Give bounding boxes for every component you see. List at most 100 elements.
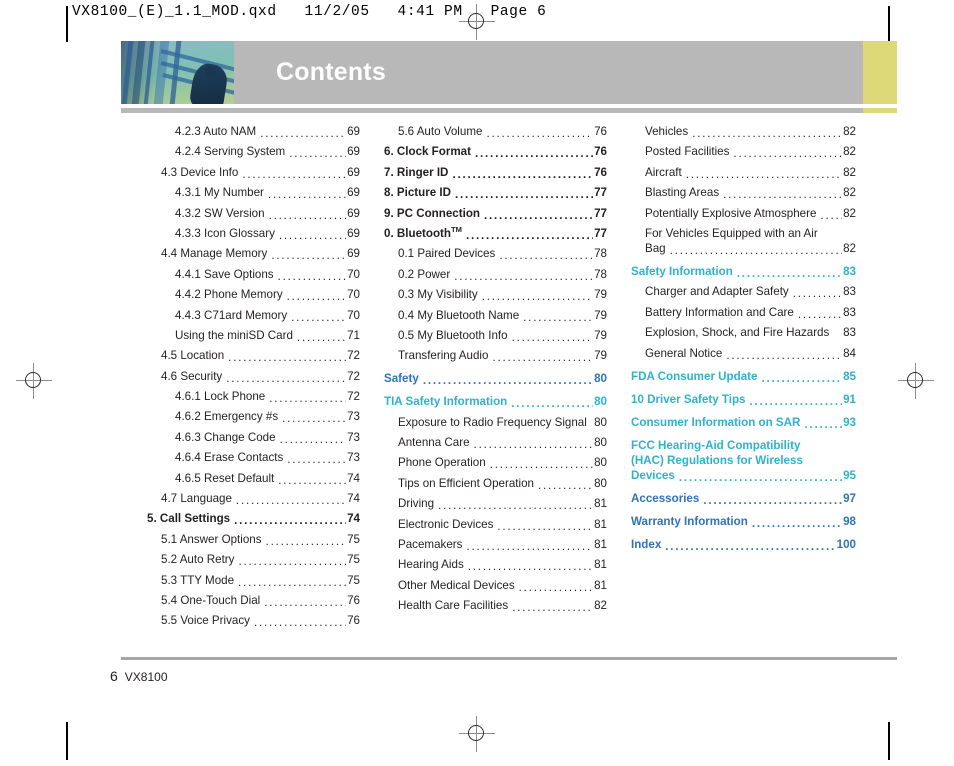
toc-entry[interactable]: 0.5 My Bluetooth Info...................… xyxy=(398,328,607,343)
toc-entry[interactable]: 5.4 One-Touch Dial......................… xyxy=(161,593,360,608)
toc-entry[interactable]: 4.2.3 Auto NAM..........................… xyxy=(175,124,360,139)
toc-entry[interactable]: 4.3.3 Icon Glossary.....................… xyxy=(175,226,360,241)
toc-entry[interactable]: 5.6 Auto Volume.........................… xyxy=(398,124,607,139)
dot-leader: ........................................… xyxy=(678,471,842,483)
toc-entry[interactable]: 4.5 Location............................… xyxy=(161,348,360,363)
footer-page-number: 6 xyxy=(110,668,118,684)
toc-entry[interactable]: Antenna Care............................… xyxy=(398,435,607,450)
toc-entry[interactable]: 4.3.1 My Number.........................… xyxy=(175,185,360,200)
toc-entry[interactable]: 4.6.4 Erase Contacts....................… xyxy=(175,450,360,465)
toc-entry[interactable]: Battery Information and Care............… xyxy=(645,305,856,320)
toc-entry-label: 5.3 TTY Mode xyxy=(161,573,235,587)
toc-entry-page: 91 xyxy=(843,392,856,406)
toc-entry[interactable]: 5.2 Auto Retry..........................… xyxy=(161,552,360,567)
toc-entry[interactable]: 4.4.3 C71ard Memory.....................… xyxy=(175,308,360,323)
toc-entry-label: 4.3.2 SW Version xyxy=(175,206,265,220)
toc-entry-page: 82 xyxy=(843,125,856,138)
toc-entry[interactable]: Phone Operation.........................… xyxy=(398,455,607,470)
toc-entry-page: 82 xyxy=(843,165,856,179)
toc-entry-label: 5. Call Settings xyxy=(147,512,231,526)
dot-leader: ........................................… xyxy=(523,311,594,323)
toc-entry-page: 73 xyxy=(347,451,360,465)
toc-entry[interactable]: General Notice..........................… xyxy=(645,346,856,361)
toc-entry[interactable]: 7. Ringer ID............................… xyxy=(384,165,607,180)
toc-entry[interactable]: Electronic Devices......................… xyxy=(398,517,607,532)
toc-entry[interactable]: 0.1 Paired Devices......................… xyxy=(398,246,607,261)
toc-entry[interactable]: Exposure to Radio Frequency Signal......… xyxy=(398,415,607,430)
toc-entry[interactable]: 10 Driver Safety Tips...................… xyxy=(631,392,856,407)
toc-entry[interactable]: Potentially Explosive Atmosphere........… xyxy=(645,206,856,221)
toc-entry[interactable]: FCC Hearing-Aid Compatibility (HAC) Regul… xyxy=(631,438,856,483)
toc-entry[interactable]: 4.6.2 Emergency #s......................… xyxy=(175,409,360,424)
toc-entry[interactable]: Index...................................… xyxy=(631,537,856,552)
toc-entry[interactable]: 0. BluetoothTM..........................… xyxy=(384,226,607,241)
toc-entry[interactable]: 0.4 My Bluetooth Name...................… xyxy=(398,308,607,323)
toc-entry[interactable]: Transfering Audio.......................… xyxy=(398,348,607,363)
toc-entry[interactable]: 4.6.5 Reset Default.....................… xyxy=(175,471,360,486)
toc-entry[interactable]: 0.2 Power...............................… xyxy=(398,267,607,282)
toc-entry[interactable]: 0.3 My Visibility.......................… xyxy=(398,287,607,302)
toc-entry[interactable]: Safety..................................… xyxy=(384,371,607,386)
toc-entry[interactable]: 4.4.2 Phone Memory......................… xyxy=(175,287,360,302)
toc-entry[interactable]: FDA Consumer Update.....................… xyxy=(631,369,856,384)
toc-entry[interactable]: TIA Safety Information..................… xyxy=(384,394,607,409)
toc-entry-page: 97 xyxy=(843,491,856,505)
toc-entry[interactable]: Safety Information......................… xyxy=(631,264,856,279)
toc-entry-label: Index xyxy=(631,537,662,551)
toc-entry[interactable]: 4.6.3 Change Code.......................… xyxy=(175,430,360,445)
dot-leader: ........................................… xyxy=(238,576,346,588)
dot-leader: ........................................… xyxy=(265,535,347,547)
toc-entry[interactable]: 4.4 Manage Memory.......................… xyxy=(161,246,360,261)
toc-entry[interactable]: 5.1 Answer Options......................… xyxy=(161,532,360,547)
toc-entry[interactable]: 4.3.2 SW Version........................… xyxy=(175,206,360,221)
toc-entry[interactable]: 8. Picture ID...........................… xyxy=(384,185,607,200)
toc-entry-label: General Notice xyxy=(645,346,723,360)
dot-leader: ........................................… xyxy=(234,515,346,527)
toc-entry[interactable]: Blasting Areas..........................… xyxy=(645,185,856,200)
toc-entry[interactable]: 6. Clock Format.........................… xyxy=(384,144,607,159)
dot-leader: ........................................… xyxy=(465,229,593,241)
dot-leader: ........................................… xyxy=(723,189,842,201)
dot-leader: ........................................… xyxy=(466,541,593,553)
toc-entry[interactable]: Health Care Facilities..................… xyxy=(398,598,607,613)
toc-entry[interactable]: For Vehicles Equipped with an Air Bag....… xyxy=(645,226,856,256)
toc-entry-label: Vehicles xyxy=(645,125,689,138)
toc-entry[interactable]: Tips on Efficient Operation.............… xyxy=(398,476,607,491)
trademark-symbol: TM xyxy=(450,225,462,235)
toc-entry[interactable]: Warranty Information....................… xyxy=(631,514,856,529)
toc-entry[interactable]: 4.7 Language............................… xyxy=(161,491,360,506)
toc-entry-label: Other Medical Devices xyxy=(398,578,515,592)
toc-entry[interactable]: 4.2.4 Serving System....................… xyxy=(175,144,360,159)
toc-entry[interactable]: Hearing Aids............................… xyxy=(398,557,607,572)
toc-entry[interactable]: Vehicles................................… xyxy=(645,124,856,139)
toc-entry-page: 79 xyxy=(594,349,607,363)
toc-entry[interactable]: Charger and Adapter Safety..............… xyxy=(645,284,856,299)
toc-entry[interactable]: Aircraft................................… xyxy=(645,165,856,180)
toc-entry-label: 4.3 Device Info xyxy=(161,165,239,179)
toc-entry[interactable]: Posted Facilities.......................… xyxy=(645,144,856,159)
toc-entry[interactable]: 5. Call Settings........................… xyxy=(147,511,360,526)
toc-entry[interactable]: Pacemakers..............................… xyxy=(398,537,607,552)
toc-entry[interactable]: 4.6 Security............................… xyxy=(161,369,360,384)
toc-entry[interactable]: 4.4.1 Save Options......................… xyxy=(175,267,360,282)
dot-leader: ........................................… xyxy=(804,418,842,430)
toc-entry[interactable]: 5.3 TTY Mode............................… xyxy=(161,573,360,588)
toc-entry-page: 83 xyxy=(843,264,856,278)
toc-entry[interactable]: Driving.................................… xyxy=(398,496,607,511)
toc-entry-page: 93 xyxy=(843,415,856,429)
toc-entry[interactable]: Accessories.............................… xyxy=(631,491,856,506)
toc-entry[interactable]: 4.6.1 Lock Phone........................… xyxy=(175,389,360,404)
dot-leader: ........................................… xyxy=(279,433,347,445)
dot-leader: ........................................… xyxy=(287,454,346,466)
toc-entry[interactable]: Consumer Information on SAR.............… xyxy=(631,415,856,430)
toc-entry[interactable]: Other Medical Devices...................… xyxy=(398,578,607,593)
toc-entry[interactable]: 9. PC Connection........................… xyxy=(384,206,607,221)
dot-leader: ........................................… xyxy=(228,352,346,364)
toc-entry[interactable]: 4.3 Device Info.........................… xyxy=(161,165,360,180)
toc-entry[interactable]: Using the miniSD Card...................… xyxy=(175,328,360,343)
toc-entry[interactable]: 5.5 Voice Privacy.......................… xyxy=(161,613,360,628)
toc-entry-label: 0.4 My Bluetooth Name xyxy=(398,308,520,322)
toc-entry-label: 0. BluetoothTM xyxy=(384,225,462,240)
toc-entry-page: 70 xyxy=(347,267,360,281)
toc-entry[interactable]: Explosion, Shock, and Fire Hazards......… xyxy=(645,325,856,340)
